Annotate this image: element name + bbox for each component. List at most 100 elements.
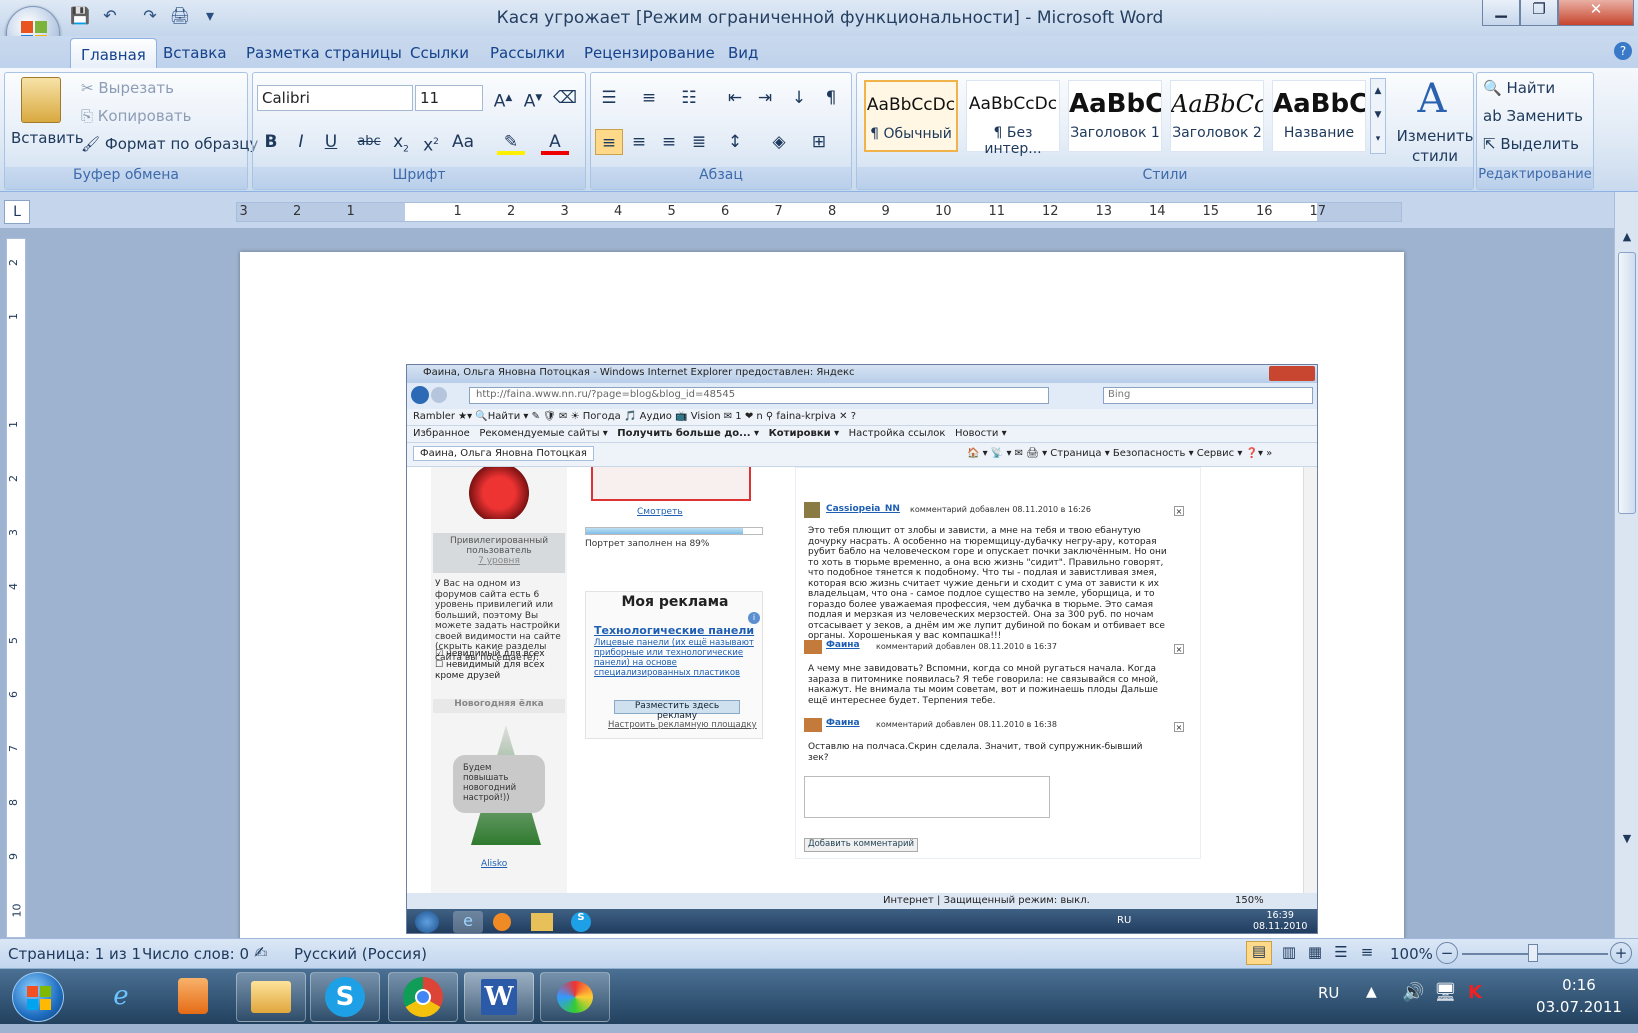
draft-view-icon[interactable]: ≡: [1354, 943, 1380, 961]
tab-insert[interactable]: Вставка: [155, 44, 235, 68]
skype-taskbar-button[interactable]: S: [310, 972, 380, 1022]
increase-indent-icon[interactable]: ⇥: [751, 85, 779, 111]
zoom-out-button[interactable]: −: [1436, 942, 1458, 964]
sort-icon[interactable]: ↓: [785, 85, 813, 111]
ad-title: Моя реклама: [621, 594, 729, 610]
subscript-icon[interactable]: x2: [387, 129, 415, 155]
zoom-slider-thumb[interactable]: [1528, 944, 1538, 962]
print-layout-view-icon[interactable]: ▤: [1246, 941, 1272, 965]
word-count[interactable]: Число слов: 0: [142, 945, 249, 963]
scroll-thumb[interactable]: [1618, 252, 1636, 514]
cut-button[interactable]: Вырезать: [98, 79, 174, 97]
justify-icon[interactable]: ≣: [685, 129, 713, 155]
language[interactable]: Русский (Россия): [294, 945, 427, 963]
line-spacing-icon[interactable]: ↕: [721, 129, 749, 155]
shrink-font-icon[interactable]: A▼: [519, 85, 547, 112]
tray-language[interactable]: RU: [1318, 984, 1339, 1002]
bullets-icon[interactable]: ☰: [595, 85, 623, 111]
strikethrough-icon[interactable]: abc: [355, 129, 383, 155]
antivirus-icon[interactable]: K: [1468, 982, 1482, 1003]
zoom-level[interactable]: 100%: [1390, 945, 1433, 963]
system-clock[interactable]: 0:16 03.07.2011: [1534, 974, 1624, 1018]
decrease-indent-icon[interactable]: ⇤: [721, 85, 749, 111]
show-formatting-icon[interactable]: ¶: [817, 85, 845, 111]
horizontal-ruler[interactable]: [236, 202, 1402, 222]
scroll-up-arrow[interactable]: ▲: [1617, 230, 1637, 250]
close-button[interactable]: ✕: [1558, 0, 1634, 26]
find-button[interactable]: Найти: [1506, 79, 1555, 97]
format-painter-button[interactable]: Формат по образцу: [105, 135, 259, 153]
align-center-icon[interactable]: ≡: [625, 129, 653, 155]
underline-icon[interactable]: U: [317, 129, 345, 155]
ruler-number: 5: [667, 204, 676, 219]
redo-icon[interactable]: ↷: [138, 6, 162, 28]
font-color-icon[interactable]: A: [541, 129, 569, 155]
full-screen-reading-icon[interactable]: ▥: [1276, 943, 1302, 961]
italic-icon[interactable]: I: [287, 129, 315, 155]
minimize-button[interactable]: ▁: [1482, 0, 1520, 26]
change-styles-icon[interactable]: A: [1404, 76, 1460, 122]
chrome-taskbar-button[interactable]: [388, 972, 458, 1022]
tab-selector[interactable]: L: [4, 200, 30, 224]
copy-button[interactable]: Копировать: [98, 107, 192, 125]
tab-view[interactable]: Вид: [720, 44, 766, 68]
paste-icon[interactable]: [21, 77, 61, 123]
tab-page-layout[interactable]: Разметка страницы: [238, 44, 410, 68]
ie-taskbar-button[interactable]: e: [86, 972, 156, 1022]
show-hidden-icons[interactable]: ▲: [1366, 984, 1377, 1000]
zoom-in-button[interactable]: +: [1610, 942, 1632, 964]
grow-font-icon[interactable]: A▲: [489, 85, 517, 112]
start-button[interactable]: [12, 972, 64, 1022]
explorer-taskbar-button[interactable]: [236, 972, 306, 1022]
highlight-icon[interactable]: ✎: [497, 129, 525, 155]
style-normal[interactable]: AaBbCcDc ¶ Обычный: [864, 80, 958, 152]
tab-references[interactable]: Ссылки: [402, 44, 477, 68]
numbering-icon[interactable]: ≡: [635, 85, 663, 111]
font-size-combo[interactable]: 11: [415, 85, 483, 111]
vertical-scrollbar[interactable]: ▲ ▼: [1614, 192, 1638, 938]
align-right-icon[interactable]: ≡: [655, 129, 683, 155]
bold-icon[interactable]: B: [257, 129, 285, 155]
font-name-combo[interactable]: Calibri: [257, 85, 413, 111]
help-icon[interactable]: ?: [1614, 42, 1632, 60]
save-icon[interactable]: 💾: [68, 6, 92, 28]
multilevel-list-icon[interactable]: ☷: [675, 85, 703, 111]
select-button[interactable]: Выделить: [1500, 135, 1579, 153]
change-case-icon[interactable]: Aa: [449, 129, 477, 155]
superscript-icon[interactable]: x2: [417, 129, 445, 156]
style-heading-2[interactable]: AaBbCc Заголовок 2: [1170, 80, 1264, 152]
customize-qat-icon[interactable]: ▾: [198, 6, 222, 28]
paste-button[interactable]: Вставить: [11, 129, 84, 147]
ruler-number: 9: [881, 204, 890, 219]
borders-icon[interactable]: ⊞: [805, 129, 833, 155]
tab-home[interactable]: Главная: [70, 38, 157, 69]
tab-mailings[interactable]: Рассылки: [482, 44, 573, 68]
change-styles-button[interactable]: Изменить стили: [1394, 126, 1476, 166]
styles-scroll[interactable]: ▲ ▼ ▾: [1370, 78, 1386, 154]
scroll-down-arrow[interactable]: ▼: [1617, 832, 1637, 852]
style-heading-1[interactable]: AaBbC Заголовок 1: [1068, 80, 1162, 152]
print-icon[interactable]: 🖨: [168, 6, 192, 28]
word-taskbar-button[interactable]: W: [464, 972, 534, 1022]
web-layout-icon[interactable]: ▦: [1302, 943, 1328, 961]
tab-review[interactable]: Рецензирование: [576, 44, 723, 68]
volume-icon[interactable]: 🔊: [1402, 982, 1424, 1003]
replace-button[interactable]: Заменить: [1506, 107, 1583, 125]
shading-icon[interactable]: ◈: [765, 129, 793, 155]
network-icon[interactable]: 🖥: [1434, 982, 1457, 1003]
proofing-icon[interactable]: ✍: [254, 943, 267, 962]
undo-icon[interactable]: ↶: [98, 6, 122, 28]
paint-taskbar-button[interactable]: [540, 972, 610, 1022]
ie-tray-date: 08.11.2010: [1253, 921, 1308, 932]
style-no-spacing[interactable]: AaBbCcDc ¶ Без интер...: [966, 80, 1060, 157]
align-left-icon[interactable]: ≡: [595, 129, 623, 155]
clear-formatting-icon[interactable]: ⌫: [551, 85, 579, 111]
outline-view-icon[interactable]: ☰: [1328, 943, 1354, 961]
paragraph-group-label: Абзац: [591, 167, 851, 189]
media-player-taskbar-button[interactable]: [158, 972, 228, 1022]
maximize-button[interactable]: ❐: [1520, 0, 1558, 26]
delete-comment-icon: ×: [1174, 644, 1184, 654]
style-title[interactable]: AaBbC Название: [1272, 80, 1366, 152]
page-count[interactable]: Страница: 1 из 1: [8, 945, 141, 963]
ie-close-icon: [1269, 366, 1315, 381]
